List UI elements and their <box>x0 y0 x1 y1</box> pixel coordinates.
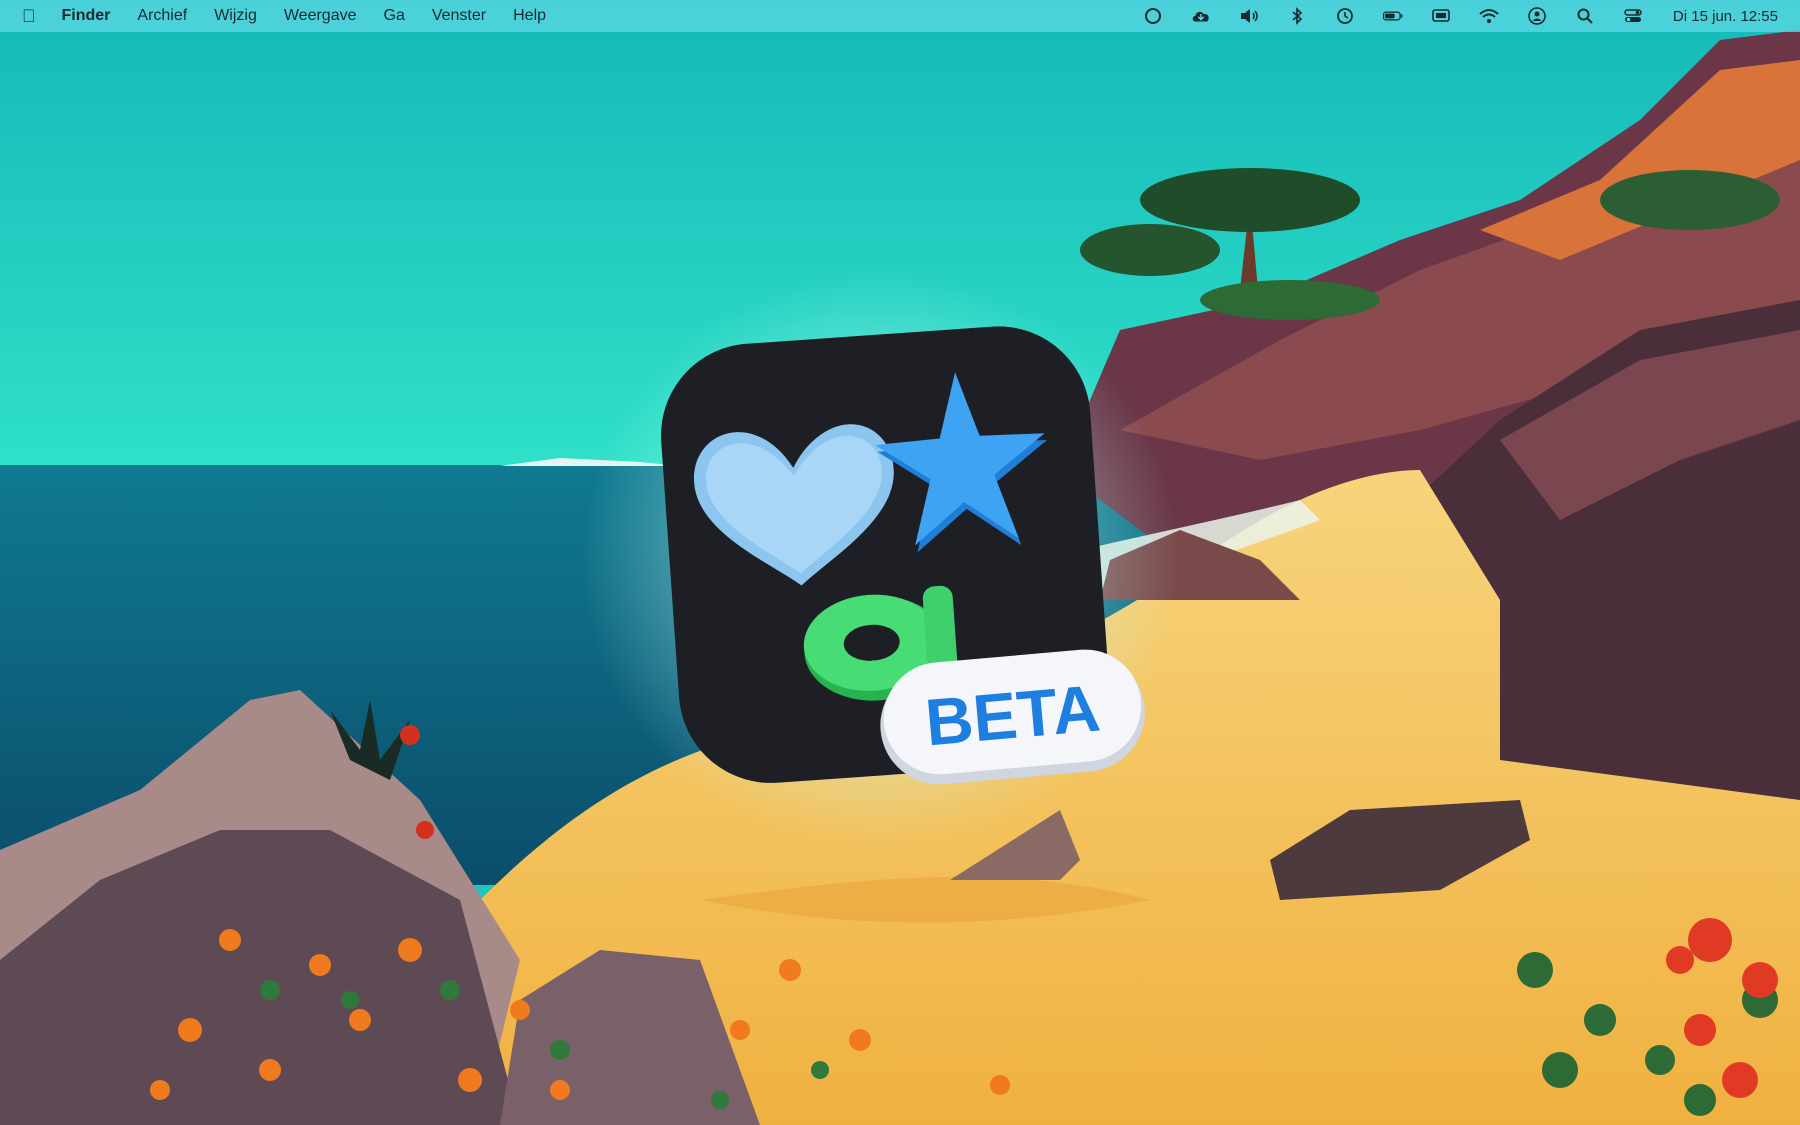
user-icon[interactable] <box>1523 5 1551 27</box>
focus-icon[interactable] <box>1139 5 1167 27</box>
volume-icon[interactable] <box>1235 5 1263 27</box>
bluetooth-icon[interactable] <box>1283 5 1311 27</box>
menu-weergave[interactable]: Weergave <box>284 7 357 25</box>
menu-venster[interactable]: Venster <box>432 7 486 25</box>
beta-label: BETA <box>922 670 1103 759</box>
menu-wijzig[interactable]: Wijzig <box>214 7 257 25</box>
menu-help[interactable]: Help <box>513 7 546 25</box>
menu-app-name[interactable]: Finder <box>62 7 111 25</box>
menu-ga[interactable]: Ga <box>384 7 405 25</box>
control-center-icon[interactable] <box>1619 5 1647 27</box>
time-machine-icon[interactable] <box>1331 5 1359 27</box>
menu-bar:  Finder Archief Wijzig Weergave Ga Vens… <box>0 0 1800 32</box>
icloud-icon[interactable] <box>1187 5 1215 27</box>
search-icon[interactable] <box>1571 5 1599 27</box>
display-icon[interactable] <box>1427 5 1455 27</box>
wifi-icon[interactable] <box>1475 5 1503 27</box>
menu-bar-clock[interactable]: Di 15 jun. 12:55 <box>1673 8 1778 25</box>
apple-menu-icon[interactable]:  <box>22 7 36 25</box>
battery-icon[interactable] <box>1379 5 1407 27</box>
menu-archief[interactable]: Archief <box>137 7 187 25</box>
